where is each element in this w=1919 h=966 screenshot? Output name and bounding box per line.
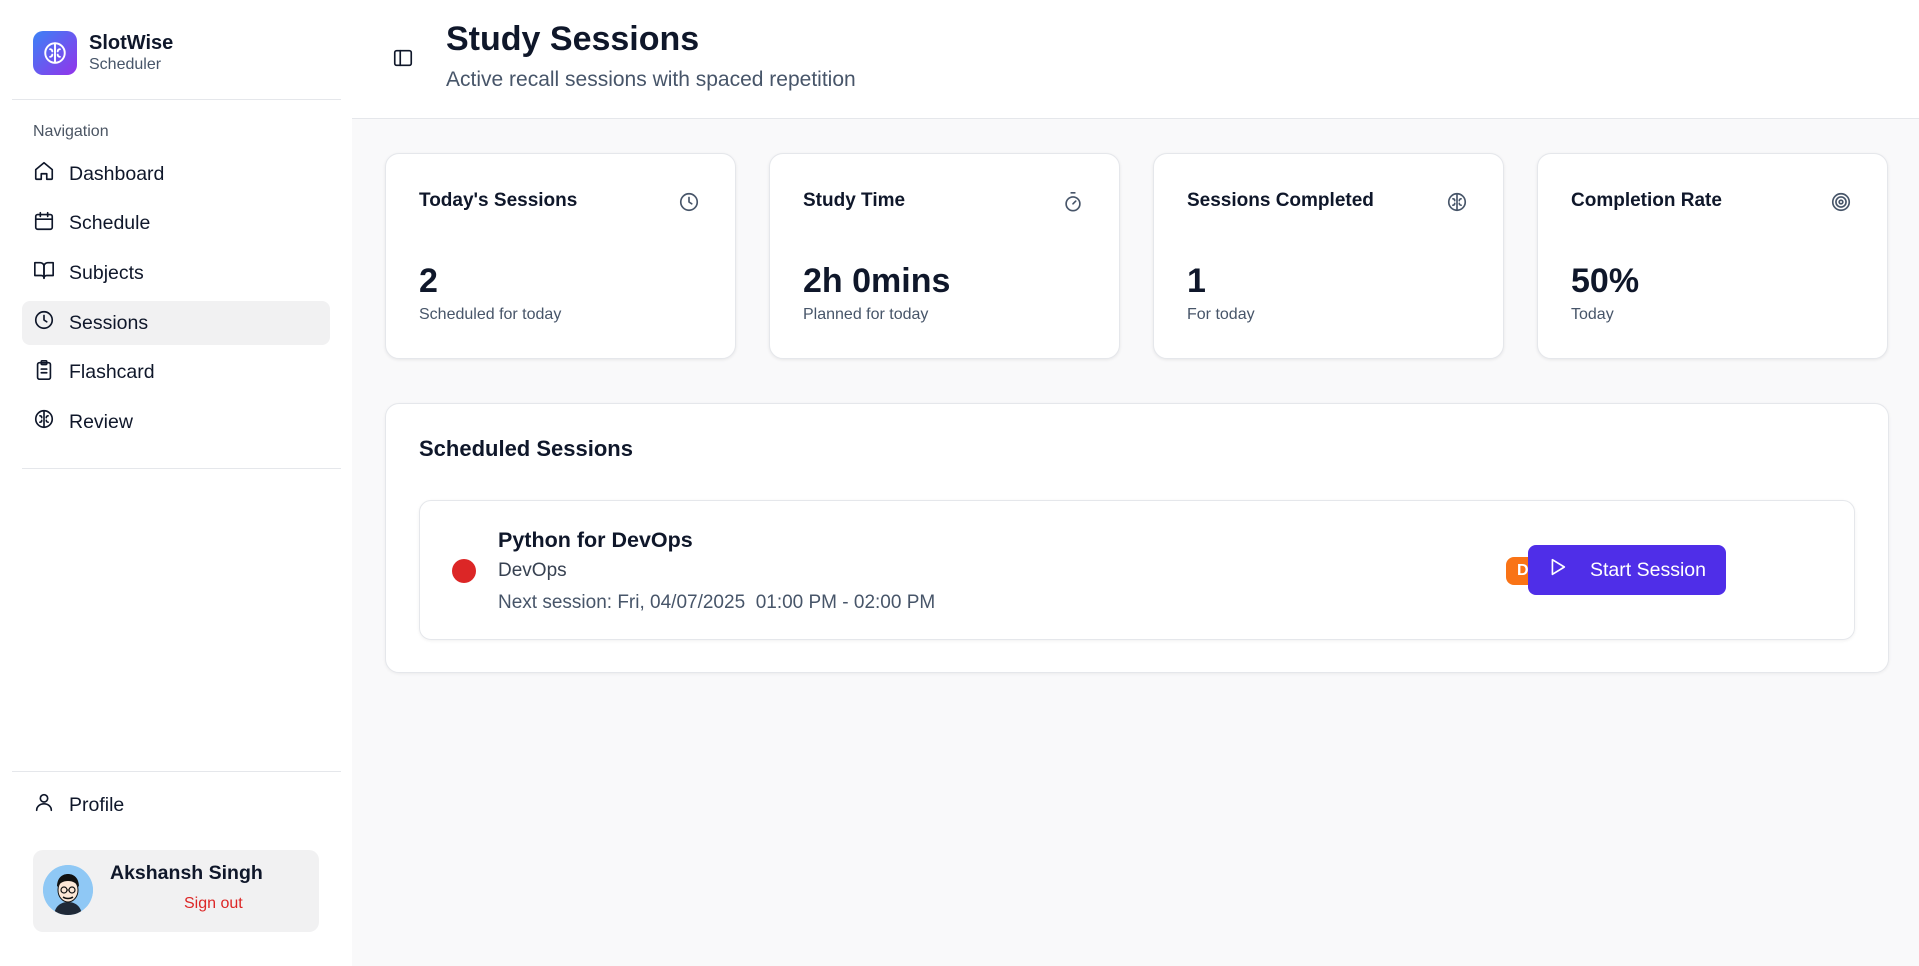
panel-title: Scheduled Sessions — [419, 436, 633, 461]
divider — [12, 771, 341, 772]
stat-card-study-time: Study Time 2h 0mins Planned for today — [769, 153, 1120, 359]
stat-card-todays-sessions: Today's Sessions 2 Scheduled for today — [385, 153, 736, 359]
sidebar-item-label: Review — [69, 410, 133, 433]
sign-out-link[interactable]: Sign out — [184, 895, 243, 913]
user-name: Akshansh Singh — [110, 862, 263, 884]
page-title: Study Sessions — [446, 20, 700, 58]
brain-icon — [33, 31, 77, 75]
stat-caption: Scheduled for today — [419, 306, 562, 323]
page-header: Study Sessions Active recall sessions wi… — [352, 0, 1919, 119]
brand-subtitle: Scheduler — [89, 56, 162, 73]
stat-value: 2h 0mins — [803, 262, 951, 300]
play-icon — [1546, 556, 1568, 584]
sidebar-item-schedule[interactable]: Schedule — [22, 202, 330, 246]
session-row: Python for DevOps DevOps Next session: F… — [419, 500, 1855, 640]
user-card: Akshansh Singh Sign out — [33, 850, 319, 932]
stat-caption: Planned for today — [803, 306, 929, 323]
avatar[interactable] — [43, 865, 93, 915]
home-icon — [33, 160, 55, 188]
session-next-time: Next session: Fri, 04/07/2025 01:00 PM -… — [498, 592, 936, 613]
status-dot — [452, 559, 476, 583]
sidebar-item-review[interactable]: Review — [22, 400, 330, 444]
brand-name: SlotWise — [89, 32, 174, 54]
target-icon — [1830, 191, 1854, 215]
book-open-icon — [33, 259, 55, 287]
session-subject: DevOps — [498, 560, 567, 581]
calendar-icon — [33, 210, 55, 238]
user-icon — [33, 791, 55, 819]
stat-value: 2 — [419, 262, 438, 300]
start-session-label: Start Session — [1590, 558, 1706, 581]
sidebar-item-label: Flashcard — [69, 361, 155, 384]
sidebar-item-dashboard[interactable]: Dashboard — [22, 152, 330, 196]
brain-icon — [33, 408, 55, 436]
sidebar-item-subjects[interactable]: Subjects — [22, 251, 330, 295]
stat-caption: Today — [1571, 306, 1614, 323]
stat-value: 1 — [1187, 262, 1206, 300]
brain-icon — [1446, 191, 1470, 215]
start-session-button[interactable]: Start Session — [1528, 545, 1726, 595]
session-title: Python for DevOps — [498, 528, 693, 552]
sidebar-item-sessions[interactable]: Sessions — [22, 301, 330, 346]
divider — [22, 468, 341, 469]
stat-caption: For today — [1187, 306, 1255, 323]
main-content: Study Sessions Active recall sessions wi… — [352, 0, 1919, 966]
stat-label: Study Time — [803, 190, 906, 211]
clipboard-icon — [33, 359, 55, 387]
brand[interactable]: SlotWise Scheduler — [33, 31, 173, 75]
scheduled-sessions-panel: Scheduled Sessions Python for DevOps Dev… — [385, 403, 1889, 673]
sidebar-item-label: Dashboard — [69, 162, 165, 185]
sidebar-toggle-icon[interactable] — [392, 47, 416, 71]
sidebar: SlotWise Scheduler Navigation Dashboard … — [0, 0, 352, 966]
sidebar-item-profile[interactable]: Profile — [33, 783, 124, 827]
sidebar-item-label: Sessions — [69, 311, 149, 334]
stat-value: 50% — [1571, 262, 1640, 300]
stat-card-sessions-completed: Sessions Completed 1 For today — [1153, 153, 1504, 359]
divider — [12, 99, 341, 100]
nav-heading: Navigation — [33, 123, 109, 140]
clock-icon — [33, 309, 55, 337]
stat-label: Completion Rate — [1571, 190, 1722, 211]
sidebar-item-flashcard[interactable]: Flashcard — [22, 351, 330, 395]
sidebar-item-label: Schedule — [69, 212, 151, 235]
stat-label: Sessions Completed — [1187, 190, 1374, 211]
stat-card-completion-rate: Completion Rate 50% Today — [1537, 153, 1888, 359]
clock-icon — [678, 191, 702, 215]
sidebar-item-label: Subjects — [69, 261, 144, 284]
profile-label: Profile — [69, 793, 125, 816]
timer-icon — [1062, 191, 1086, 215]
stat-label: Today's Sessions — [419, 190, 578, 211]
sidebar-nav: Dashboard Schedule Subjects Sessions Fla… — [22, 152, 330, 450]
page-subtitle: Active recall sessions with spaced repet… — [446, 68, 856, 91]
